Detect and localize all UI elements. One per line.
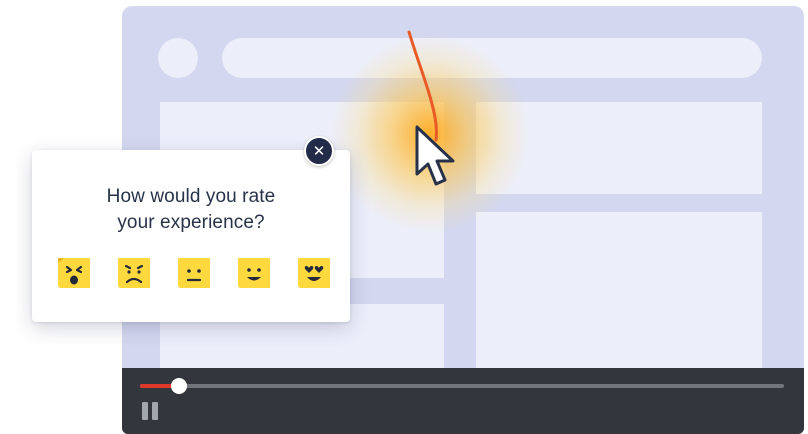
- progress-scrubber-handle[interactable]: [170, 378, 187, 394]
- happy-face-icon[interactable]: [236, 256, 272, 290]
- rating-options: [56, 256, 332, 290]
- mouse-pointer-icon: [415, 125, 455, 186]
- survey-question: How would you rate your experience?: [106, 186, 276, 233]
- neutral-face-icon[interactable]: [176, 256, 212, 290]
- progress-track[interactable]: [140, 378, 784, 394]
- rating-survey-popup: How would you rate your experience?: [32, 150, 350, 322]
- angry-face-icon[interactable]: [56, 256, 92, 290]
- sad-face-icon[interactable]: [116, 256, 152, 290]
- video-control-bar: [122, 368, 804, 434]
- close-survey-button[interactable]: ✕: [304, 136, 334, 166]
- heart-eyes-face-icon[interactable]: [296, 256, 332, 290]
- pause-icon[interactable]: [142, 402, 160, 420]
